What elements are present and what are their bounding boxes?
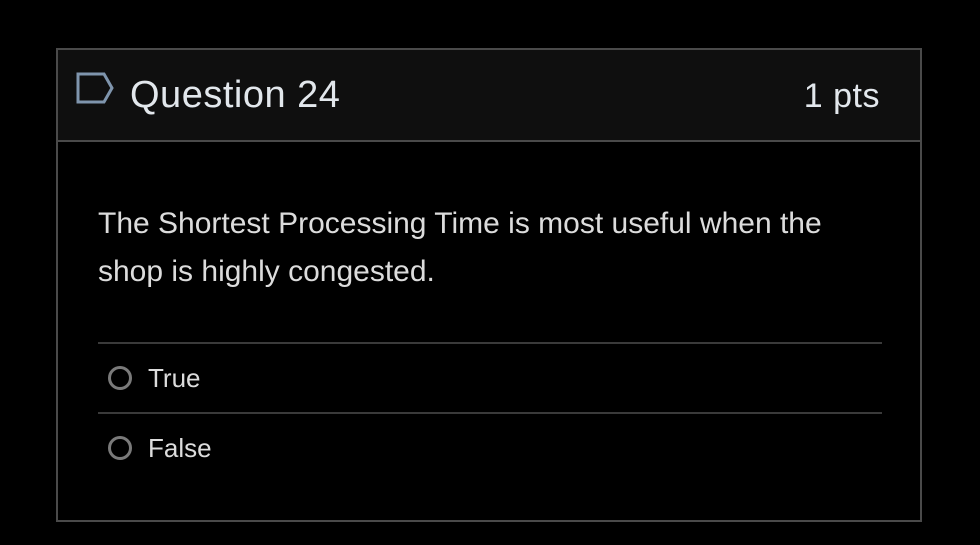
question-points: 1 pts xyxy=(803,77,880,115)
answer-option-false[interactable]: False xyxy=(98,416,882,486)
question-text: The Shortest Processing Time is most use… xyxy=(98,207,822,288)
answer-label: False xyxy=(148,433,212,463)
flag-question-icon[interactable] xyxy=(74,70,116,106)
radio-button[interactable] xyxy=(108,436,132,460)
question-header: Question 24 1 pts xyxy=(58,50,920,142)
answer-divider xyxy=(98,342,882,344)
question-title: Question 24 xyxy=(130,74,341,116)
answer-option-true[interactable]: True xyxy=(98,346,882,416)
answer-divider xyxy=(98,412,882,414)
radio-button[interactable] xyxy=(108,366,132,390)
question-card: Question 24 1 pts The Shortest Processin… xyxy=(56,48,922,522)
answer-label: True xyxy=(148,363,201,393)
